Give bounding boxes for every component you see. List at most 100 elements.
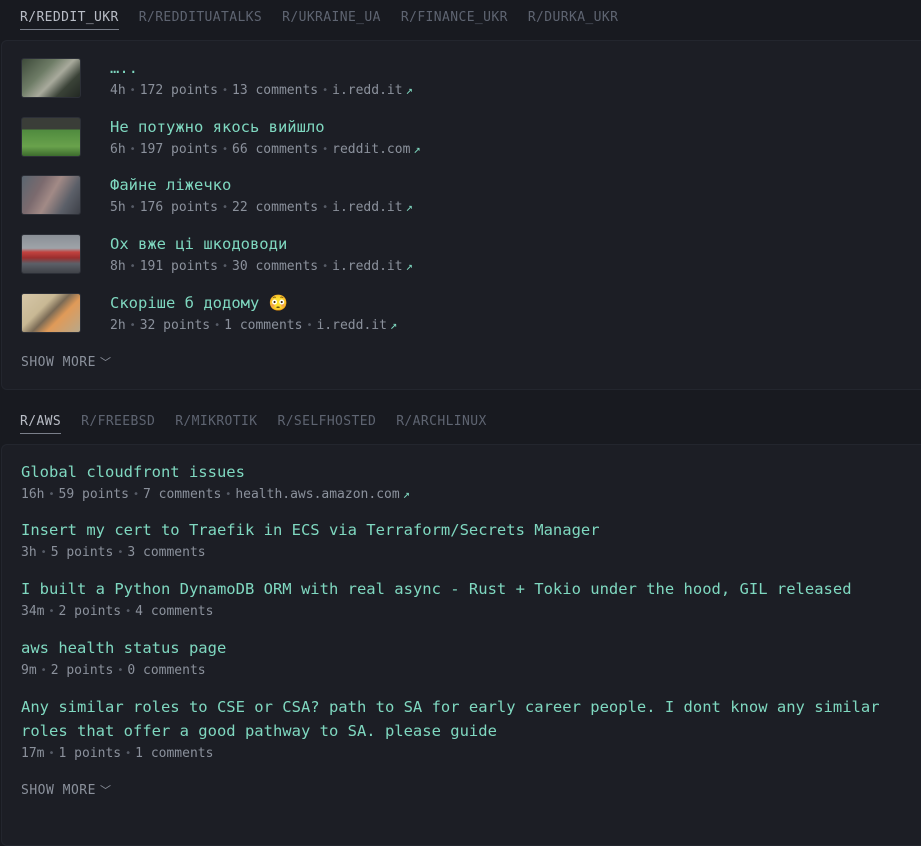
separator-dot: •	[306, 320, 313, 331]
post-points: 197 points	[139, 142, 218, 157]
separator-dot: •	[48, 748, 55, 759]
tab-aws[interactable]: R/AWS	[20, 414, 62, 434]
post-title[interactable]: Global cloudfront issues	[21, 460, 911, 484]
post-comments[interactable]: 22 comments	[232, 200, 318, 215]
separator-dot: •	[129, 202, 136, 213]
separator-dot: •	[40, 665, 47, 676]
post-comments[interactable]: 1 comments	[135, 746, 213, 761]
post-age: 9m	[21, 663, 37, 678]
post-title[interactable]: Any similar roles to CSE or CSA? path to…	[21, 695, 911, 743]
tab-durka-ukr[interactable]: R/DURKA_UKR	[528, 10, 619, 29]
post-item: Скоріше б додому 😳 2h • 32 points • 1 commen…	[21, 293, 911, 333]
tab-finance-ukr[interactable]: R/FINANCE_UKR	[401, 10, 508, 29]
separator-dot: •	[221, 85, 228, 96]
post-points: 1 points	[58, 746, 122, 761]
post-age: 16h	[21, 487, 45, 502]
post-points: 32 points	[139, 318, 211, 333]
show-more-label: SHOW MORE	[21, 355, 96, 370]
post-title[interactable]: aws health status page	[21, 636, 911, 660]
posts-panel: ….. 4h • 172 points • 13 comments • i.redd.it ↗…	[1, 40, 921, 390]
show-more-button[interactable]: SHOW MORE ﹀	[21, 782, 111, 798]
post-comments[interactable]: 4 comments	[135, 604, 213, 619]
subreddit-tabs: R/AWS R/FREEBSD R/MIKROTIK R/SELFHOSTED …	[0, 404, 921, 444]
external-link-icon[interactable]: ↗	[390, 318, 397, 332]
posts-panel: Global cloudfront issues 16h • 59 points • 7…	[1, 444, 921, 846]
separator-dot: •	[125, 748, 132, 759]
post-thumbnail[interactable]	[21, 117, 81, 157]
post-domain[interactable]: i.redd.it	[316, 318, 386, 333]
tab-ukraine-ua[interactable]: R/UKRAINE_UA	[282, 10, 381, 29]
separator-dot: •	[48, 606, 55, 617]
post-comments[interactable]: 3 comments	[127, 545, 205, 560]
post-title[interactable]: …..	[110, 56, 911, 80]
post-meta: 16h • 59 points • 7 comments • health.aws.amaz…	[21, 486, 911, 504]
post-thumbnail[interactable]	[21, 175, 81, 215]
tab-archlinux[interactable]: R/ARCHLINUX	[396, 414, 487, 433]
post-comments[interactable]: 13 comments	[232, 83, 318, 98]
post-meta: 3h • 5 points • 3 comments	[21, 544, 911, 562]
external-link-icon[interactable]: ↗	[406, 83, 413, 97]
external-link-icon[interactable]: ↗	[403, 487, 410, 501]
separator-dot: •	[40, 547, 47, 558]
separator-dot: •	[322, 144, 329, 155]
tab-mikrotik[interactable]: R/MIKROTIK	[175, 414, 257, 433]
show-more-label: SHOW MORE	[21, 783, 96, 798]
post-thumbnail[interactable]	[21, 293, 81, 333]
show-more-button[interactable]: SHOW MORE ﹀	[21, 354, 111, 370]
post-comments[interactable]: 1 comments	[224, 318, 302, 333]
post-domain[interactable]: i.redd.it	[332, 83, 402, 98]
post-comments[interactable]: 66 comments	[232, 142, 318, 157]
post-points: 191 points	[139, 259, 218, 274]
post-title[interactable]: Не потужно якось вийшло	[110, 115, 911, 139]
external-link-icon[interactable]: ↗	[406, 200, 413, 214]
separator-dot: •	[221, 144, 228, 155]
post-age: 8h	[110, 259, 126, 274]
tab-reddit-ukr[interactable]: R/REDDIT_UKR	[20, 10, 119, 30]
post-item: Any similar roles to CSE or CSA? path to…	[21, 695, 911, 763]
post-comments[interactable]: 7 comments	[143, 487, 221, 502]
tab-selfhosted[interactable]: R/SELFHOSTED	[277, 414, 376, 433]
separator-dot: •	[117, 665, 124, 676]
separator-dot: •	[225, 489, 232, 500]
separator-dot: •	[132, 489, 139, 500]
post-title[interactable]: Скоріше б додому 😳	[110, 291, 911, 315]
external-link-icon[interactable]: ↗	[406, 259, 413, 273]
post-item: I built a Python DynamoDB ORM with real …	[21, 577, 911, 621]
tab-freebsd[interactable]: R/FREEBSD	[81, 414, 155, 433]
post-domain[interactable]: reddit.com	[332, 142, 410, 157]
post-title[interactable]: Файне ліжечко	[110, 173, 911, 197]
post-points: 5 points	[50, 545, 114, 560]
post-age: 6h	[110, 142, 126, 157]
post-domain[interactable]: i.redd.it	[332, 259, 402, 274]
separator-dot: •	[129, 144, 136, 155]
post-meta: 9m • 2 points • 0 comments	[21, 662, 911, 680]
post-thumbnail[interactable]	[21, 234, 81, 274]
post-thumbnail[interactable]	[21, 58, 81, 98]
chevron-down-icon: ﹀	[99, 784, 112, 797]
separator-dot: •	[129, 85, 136, 96]
post-comments[interactable]: 30 comments	[232, 259, 318, 274]
post-item: ….. 4h • 172 points • 13 comments • i.redd.it ↗	[21, 58, 911, 98]
subreddit-tabs: R/REDDIT_UKR R/REDDITUATALKS R/UKRAINE_U…	[0, 0, 921, 40]
post-title[interactable]: Insert my cert to Traefik in ECS via Ter…	[21, 518, 911, 542]
post-domain[interactable]: health.aws.amazon.com	[235, 487, 399, 502]
post-title[interactable]: I built a Python DynamoDB ORM with real …	[21, 577, 911, 601]
separator-dot: •	[322, 85, 329, 96]
tab-reddituatalks[interactable]: R/REDDITUATALKS	[139, 10, 262, 29]
post-age: 4h	[110, 83, 126, 98]
post-comments[interactable]: 0 comments	[127, 663, 205, 678]
post-meta: 8h • 191 points • 30 comments • i.redd.it ↗	[110, 258, 911, 276]
post-meta: 4h • 172 points • 13 comments • i.redd.it ↗	[110, 82, 911, 100]
post-item: Global cloudfront issues 16h • 59 points • 7…	[21, 460, 911, 504]
post-points: 172 points	[139, 83, 218, 98]
post-meta: 2h • 32 points • 1 comments • i.redd.it ↗	[110, 317, 911, 335]
post-domain[interactable]: i.redd.it	[332, 200, 402, 215]
external-link-icon[interactable]: ↗	[413, 142, 420, 156]
post-meta: 34m • 2 points • 4 comments	[21, 603, 911, 621]
separator-dot: •	[125, 606, 132, 617]
separator-dot: •	[214, 320, 221, 331]
separator-dot: •	[129, 261, 136, 272]
post-title[interactable]: Ох вже ці шкодоводи	[110, 232, 911, 256]
post-item: Ох вже ці шкодоводи 8h • 191 points • 30 com…	[21, 234, 911, 274]
separator-dot: •	[221, 202, 228, 213]
